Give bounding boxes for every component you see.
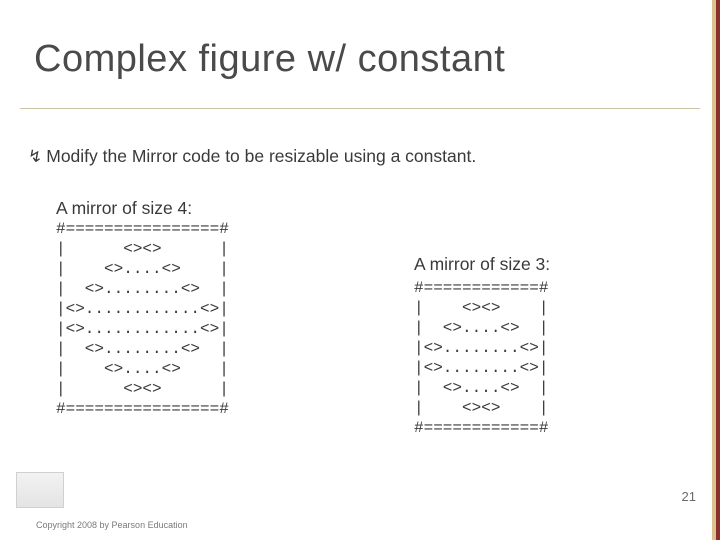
intro-bullet: ↯ Modify the Mirror code to be resizable… <box>28 146 476 167</box>
slide: Complex figure w/ constant ↯ Modify the … <box>0 0 720 540</box>
copyright-text: Copyright 2008 by Pearson Education <box>36 520 188 530</box>
decor-stripe-red <box>716 0 720 540</box>
mirror4-line: |<>............<>| <box>56 299 229 319</box>
mirror4-line: | <>....<> | <box>56 259 229 279</box>
mirror4-line: #================# <box>56 399 229 419</box>
mirror3-line: |<>........<>| <box>414 358 548 378</box>
intro-text: Modify the Mirror code to be resizable u… <box>46 146 476 167</box>
mirror3-line: #============# <box>414 418 548 438</box>
mirror4-line: | <>........<> | <box>56 339 229 359</box>
bullet-icon: ↯ <box>28 147 42 167</box>
mirror4-line: | <>........<> | <box>56 279 229 299</box>
mirror4-line: | <>....<> | <box>56 359 229 379</box>
mirror4-line: | <><> | <box>56 239 229 259</box>
mirror4-label: A mirror of size 4: <box>56 198 229 219</box>
mirror3-label: A mirror of size 3: <box>414 254 550 275</box>
mirror-size-4-block: A mirror of size 4: #================# |… <box>56 198 229 419</box>
mirror3-line: | <><> | <box>414 398 548 418</box>
mirror4-line: #================# <box>56 219 229 239</box>
mirror4-line: | <><> | <box>56 379 229 399</box>
mirror-size-3-block: #============# | <><> | | <>....<> | |<>… <box>414 278 548 438</box>
page-number: 21 <box>682 489 696 504</box>
thumbnail-icon <box>16 472 64 508</box>
mirror3-line: | <>....<> | <box>414 378 548 398</box>
mirror3-line: | <><> | <box>414 298 548 318</box>
title-underline <box>20 108 700 109</box>
mirror3-line: #============# <box>414 278 548 298</box>
slide-title: Complex figure w/ constant <box>34 38 505 81</box>
mirror4-line: |<>............<>| <box>56 319 229 339</box>
mirror3-line: | <>....<> | <box>414 318 548 338</box>
mirror3-line: |<>........<>| <box>414 338 548 358</box>
